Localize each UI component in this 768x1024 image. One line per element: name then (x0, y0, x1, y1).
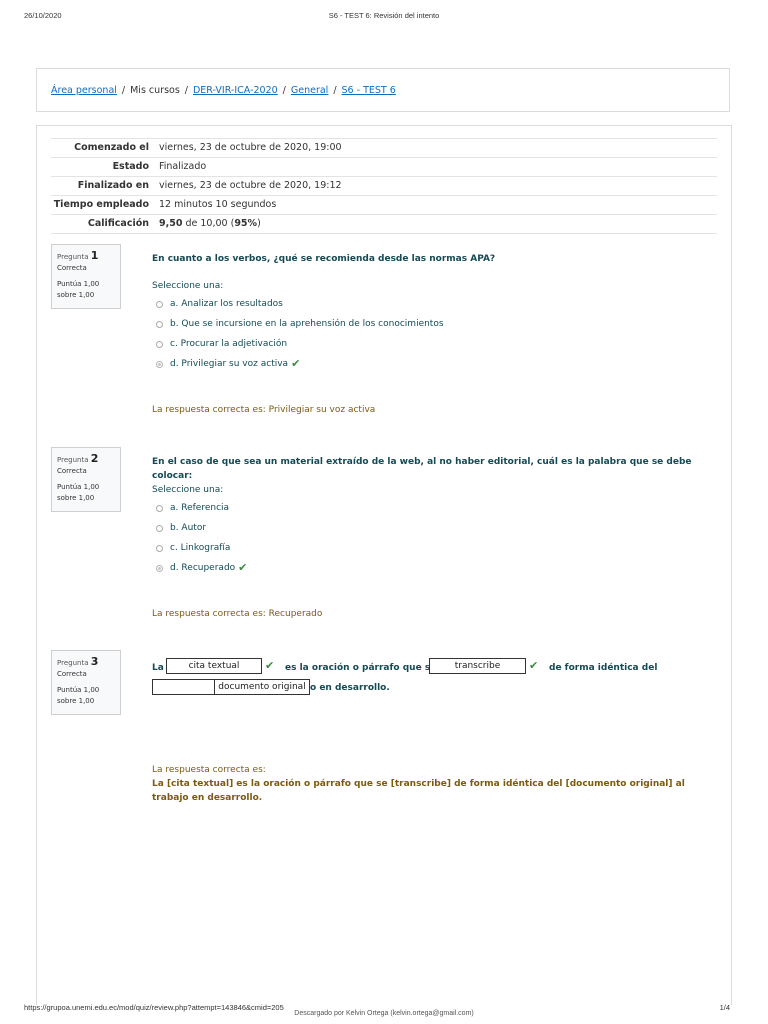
option-2d[interactable]: d. Recuperado ✔ (156, 562, 247, 574)
download-note: Descargado por Kelvin Ortega (kelvin.ort… (294, 1010, 474, 1017)
gap-input-2[interactable]: transcribe (429, 658, 526, 674)
attempt-summary: Comenzado el viernes, 23 de octubre de 20… (51, 138, 717, 234)
question-state: Correcta (57, 467, 87, 475)
option-2b[interactable]: b. Autor (156, 522, 206, 534)
option-1c[interactable]: c. Procurar la adjetivación (156, 338, 287, 350)
option-1d[interactable]: d. Privilegiar su voz activa ✔ (156, 358, 300, 370)
question-info-1: Pregunta 1 Correcta Puntúa 1,00 sobre 1,… (51, 244, 121, 309)
summary-row: Tiempo empleado 12 minutos 10 segundos (51, 195, 717, 215)
print-title: S6 - TEST 6: Revisión del intento (328, 11, 440, 20)
breadcrumb-general[interactable]: General (291, 85, 328, 96)
question-state: Correcta (57, 670, 87, 678)
gap-input-3-prefix (152, 679, 214, 695)
question-info-2: Pregunta 2 Correcta Puntúa 1,00 sobre 1,… (51, 447, 121, 512)
option-2a[interactable]: a. Referencia (156, 502, 229, 514)
select-prompt-1: Seleccione una: (152, 281, 224, 291)
breadcrumb-test[interactable]: S6 - TEST 6 (342, 85, 396, 96)
cloze-text: La (152, 663, 164, 673)
cloze-text: es la oración o párrafo que se (285, 663, 437, 673)
question-grade: Puntúa 1,00 sobre 1,00 (57, 280, 100, 299)
feedback-3-title: La respuesta correcta es: (152, 765, 266, 775)
cloze-text: de forma idéntica del (549, 663, 658, 673)
select-prompt-2: Seleccione una: (152, 485, 224, 495)
option-1b[interactable]: b. Que se incursione en la aprehensión d… (156, 318, 444, 330)
question-text-2: En el caso de que sea un material extraí… (152, 457, 692, 481)
check-icon: ✔ (529, 659, 539, 672)
radio-icon (156, 300, 163, 308)
breadcrumb-area-personal[interactable]: Área personal (51, 85, 117, 96)
radio-icon (156, 340, 163, 348)
check-icon: ✔ (238, 561, 248, 574)
radio-icon (156, 544, 163, 552)
check-icon: ✔ (291, 357, 301, 370)
question-grade: Puntúa 1,00 sobre 1,00 (57, 483, 100, 502)
feedback-3-text: La [cita textual] es la oración o párraf… (152, 779, 685, 803)
question-state: Correcta (57, 264, 87, 272)
summary-row: Finalizado en viernes, 23 de octubre de 2… (51, 176, 717, 196)
gap-input-1[interactable]: cita textual (166, 658, 262, 674)
option-2c[interactable]: c. Linkografía (156, 542, 230, 554)
summary-row-grade: Calificación 9,50 de 10,00 (95%) (51, 214, 717, 234)
breadcrumb: Área personal / Mis cursos / DER-VIR-ICA-202… (36, 68, 730, 112)
breadcrumb-course[interactable]: DER-VIR-ICA-2020 (193, 85, 278, 96)
feedback-2: La respuesta correcta es: Recuperado (152, 609, 323, 619)
feedback-1: La respuesta correcta es: Privilegiar su… (152, 405, 376, 415)
radio-icon (156, 320, 163, 328)
radio-icon (156, 504, 163, 512)
summary-row: Comenzado el viernes, 23 de octubre de 20… (51, 138, 717, 158)
question-text-1: En cuanto a los verbos, ¿qué se recomien… (152, 254, 496, 264)
gap-input-3[interactable]: documento original (214, 679, 310, 695)
radio-checked-icon (156, 360, 163, 368)
radio-icon (156, 524, 163, 532)
radio-checked-icon (156, 564, 163, 572)
question-info-3: Pregunta 3 Correcta Puntúa 1,00 sobre 1,… (51, 650, 121, 715)
option-1a[interactable]: a. Analizar los resultados (156, 298, 283, 310)
cloze-text: o en desarrollo. (310, 683, 390, 693)
breadcrumb-mis-cursos: Mis cursos (130, 85, 180, 96)
question-grade: Puntúa 1,00 sobre 1,00 (57, 686, 100, 705)
check-icon: ✔ (265, 659, 275, 672)
summary-row: Estado Finalizado (51, 157, 717, 177)
